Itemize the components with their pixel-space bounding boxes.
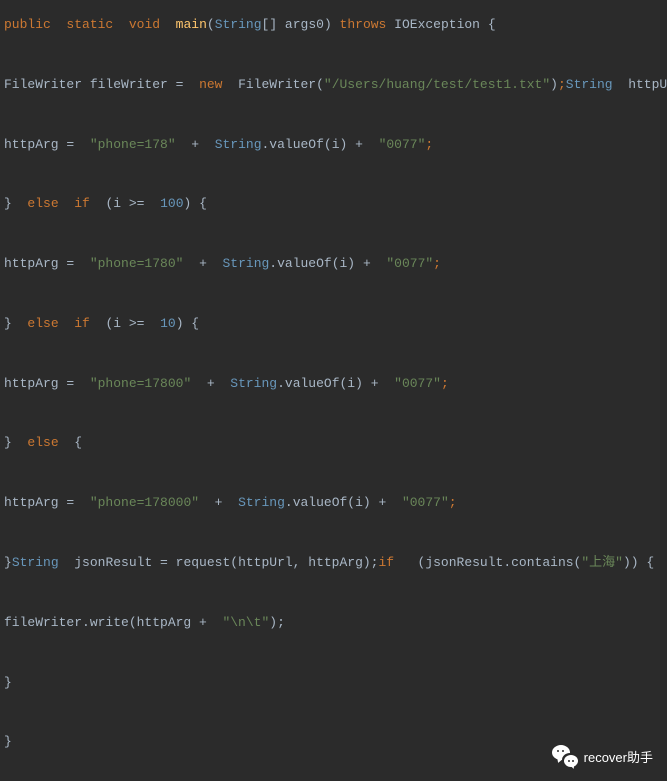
string-path: "/Users/huang/test/test1.txt" [324, 77, 550, 92]
wechat-icon [552, 745, 578, 767]
watermark-label: recover助手 [584, 747, 653, 766]
keyword-static: static [66, 17, 113, 32]
keyword-public: public [4, 17, 51, 32]
type-string: String [215, 17, 262, 32]
code-block: public static void main(String[] args0) … [0, 0, 667, 781]
keyword-void: void [129, 17, 160, 32]
watermark: recover助手 [552, 745, 653, 767]
method-main: main [176, 17, 207, 32]
